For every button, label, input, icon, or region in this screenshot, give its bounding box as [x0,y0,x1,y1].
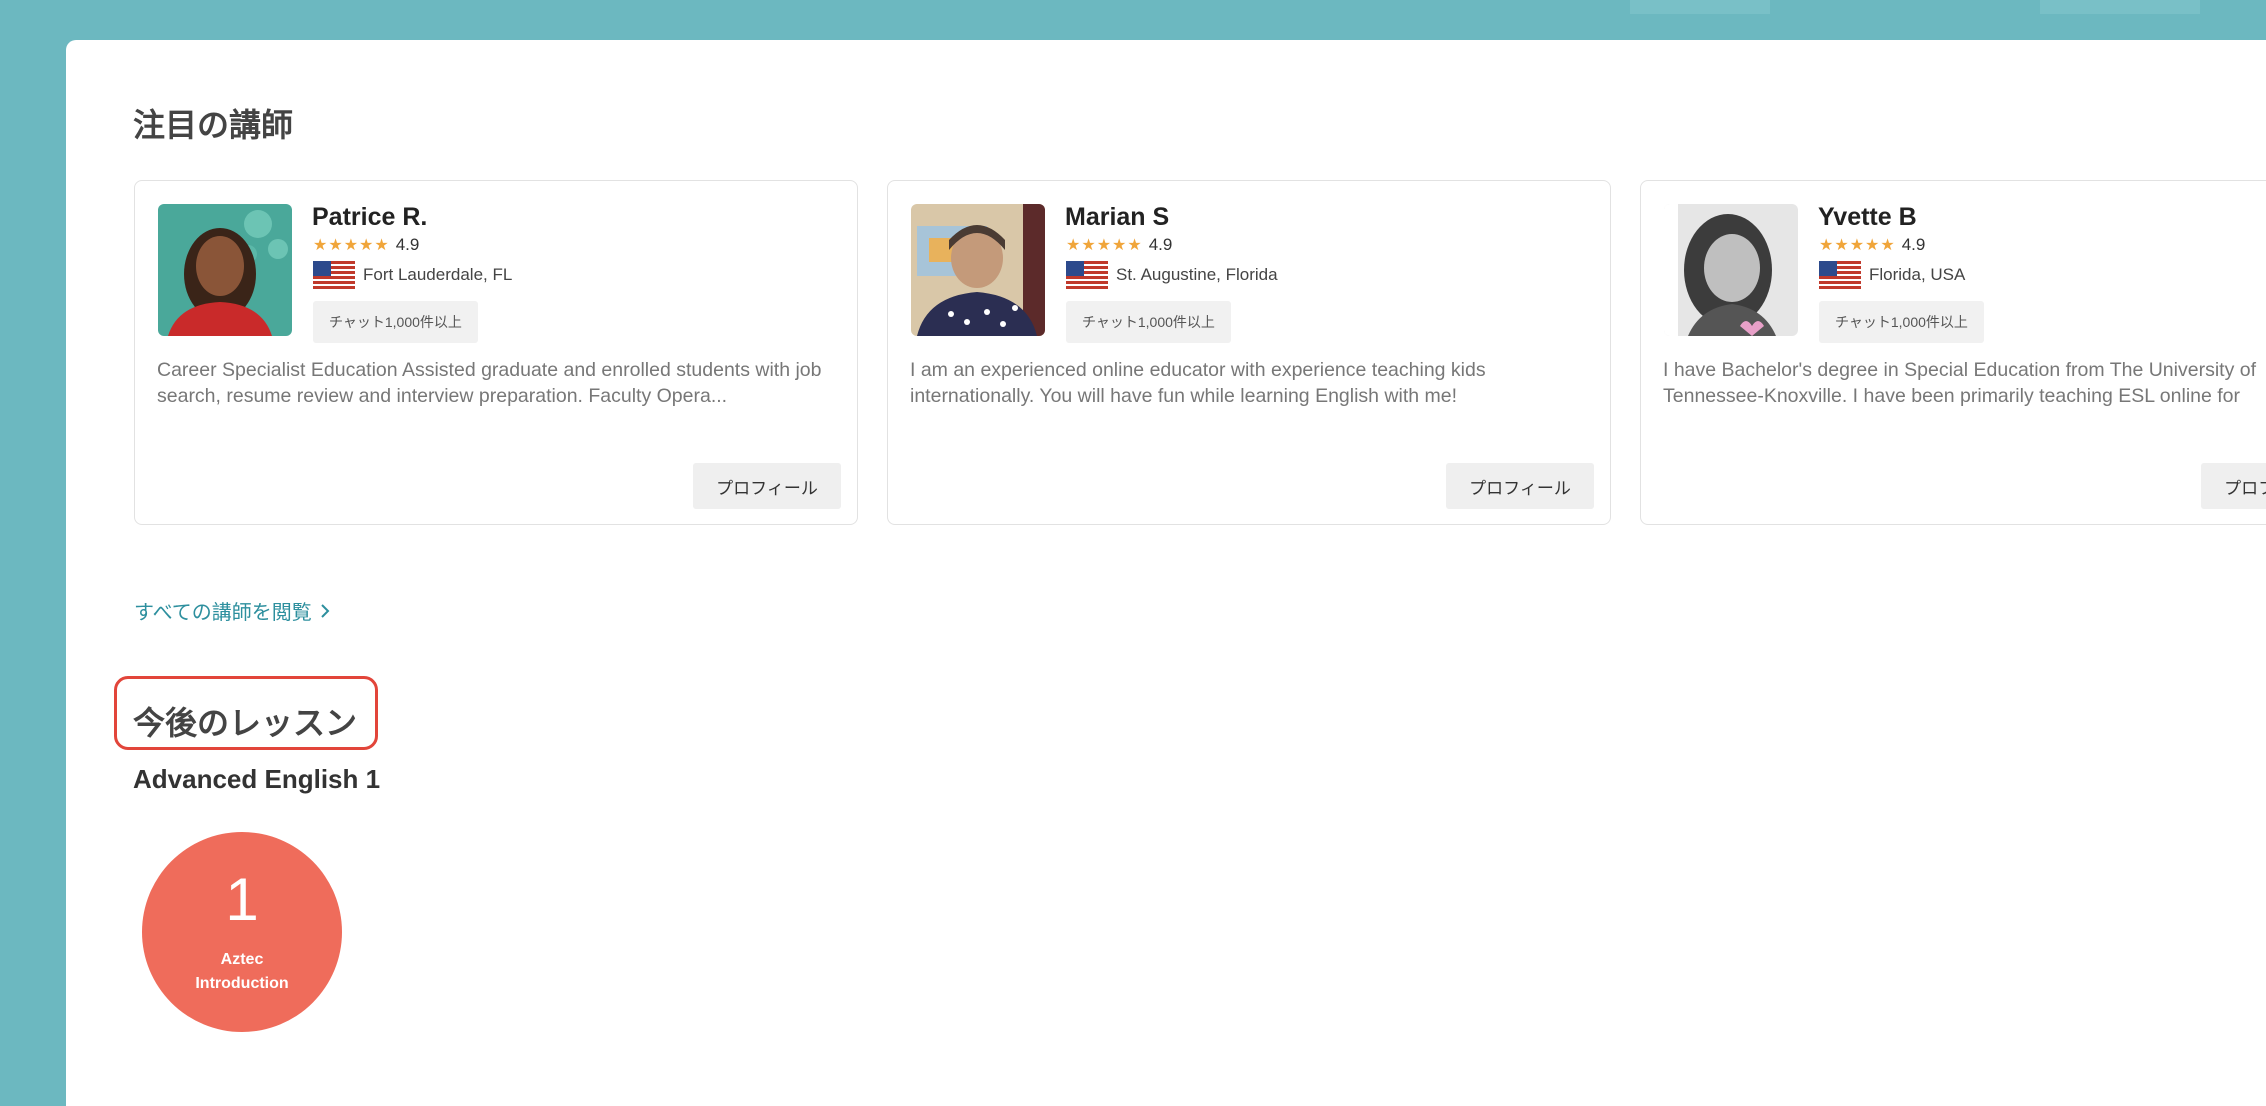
teacher-card[interactable]: Yvette B ★★★★★ 4.9 Florida, USA チャット1,00… [1640,180,2266,525]
location-text: Florida, USA [1869,265,1966,284]
lesson-label-line2: Introduction [195,975,289,992]
background-decoration [2040,0,2200,14]
view-all-label: すべての講師を閲覧 [134,602,312,624]
chevron-right-icon [321,603,330,618]
lesson-label: Aztec Introduction [142,948,342,996]
teacher-name[interactable]: Marian S [1065,203,1169,232]
star-rating-icon: ★★★★★ [1066,237,1143,254]
course-name: Advanced English 1 [133,764,381,794]
lesson-number: 1 [225,866,259,933]
teacher-photo [158,204,292,336]
us-flag-icon [1819,261,1861,289]
location-text: St. Augustine, Florida [1116,265,1278,284]
location-text: Fort Lauderdale, FL [363,265,513,284]
teacher-description: Career Specialist Education Assisted gra… [157,359,822,407]
upcoming-lessons-title: 今後のレッスン [133,705,358,741]
profile-button[interactable]: プロフィール [1446,463,1594,509]
us-flag-icon [313,261,355,289]
teacher-description: I am an experienced online educator with… [910,359,1486,407]
chat-count-badge: チャット1,000件以上 [313,301,478,343]
teacher-photo [911,204,1045,336]
lesson-label-line1: Aztec [220,951,264,968]
teacher-name[interactable]: Yvette B [1818,203,1917,232]
lesson-circle-button[interactable]: 1 Aztec Introduction [142,832,342,1032]
chat-count-badge: チャット1,000件以上 [1819,301,1984,343]
profile-button[interactable]: プロフィール [693,463,841,509]
rating-value: 4.9 [395,235,420,254]
featured-teachers-title: 注目の講師 [133,107,294,143]
teacher-location: St. Augustine, Florida [1066,261,1278,289]
teacher-name[interactable]: Patrice R. [312,203,427,232]
view-all-teachers-link[interactable]: すべての講師を閲覧 [134,596,330,625]
teacher-rating: ★★★★★ 4.9 [1066,235,1172,255]
profile-button[interactable]: プロフィール [2201,463,2266,509]
teacher-location: Fort Lauderdale, FL [313,261,512,289]
star-rating-icon: ★★★★★ [1819,237,1896,254]
teacher-card[interactable]: Marian S ★★★★★ 4.9 St. Augustine, Florid… [887,180,1611,525]
rating-value: 4.9 [1901,235,1926,254]
teacher-rating: ★★★★★ 4.9 [313,235,419,255]
us-flag-icon [1066,261,1108,289]
teacher-location: Florida, USA [1819,261,1965,289]
chat-count-badge: チャット1,000件以上 [1066,301,1231,343]
star-rating-icon: ★★★★★ [313,237,390,254]
teacher-cards: Patrice R. ★★★★★ 4.9 Fort Lauderdale, FL… [134,180,2266,525]
teacher-photo [1664,204,1798,336]
teacher-rating: ★★★★★ 4.9 [1819,235,1925,255]
teacher-card[interactable]: Patrice R. ★★★★★ 4.9 Fort Lauderdale, FL… [134,180,858,525]
background-decoration [1630,0,1770,14]
rating-value: 4.9 [1148,235,1173,254]
teacher-description: I have Bachelor's degree in Special Educ… [1663,359,2257,407]
